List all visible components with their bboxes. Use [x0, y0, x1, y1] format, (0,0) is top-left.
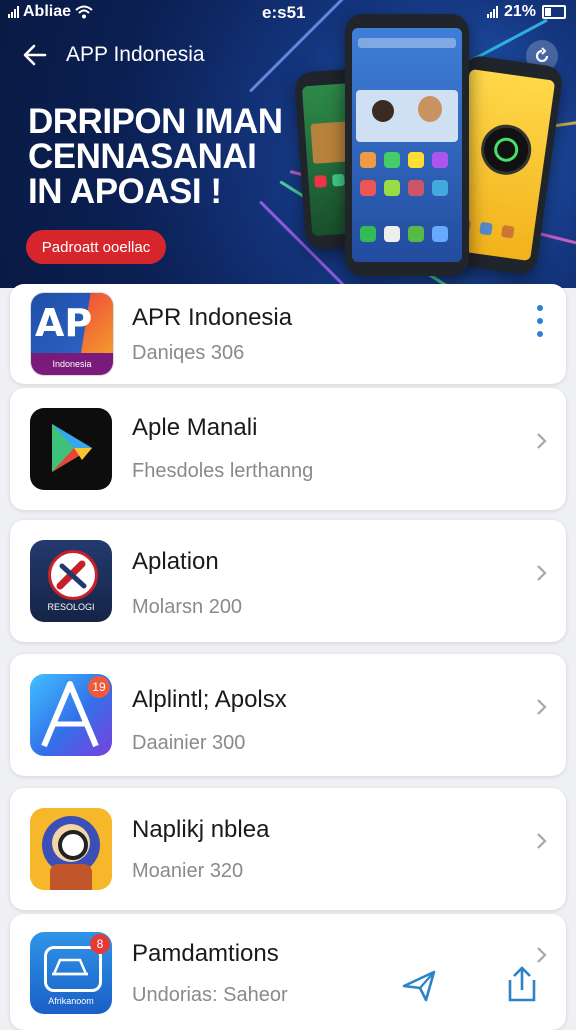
- app-subtitle: Moanier 320: [132, 860, 244, 882]
- ap-logo-icon: AP Indonesia: [30, 292, 114, 376]
- play-triangle-icon: [30, 408, 112, 490]
- carrier-label: Abliae: [23, 3, 72, 20]
- app-subtitle: Daainier 300: [132, 732, 246, 754]
- app-name: APR Indonesia: [132, 304, 293, 331]
- cell-signal-icon: [486, 6, 498, 18]
- app-subtitle: Molarsn 200: [132, 596, 243, 618]
- letter-a-icon: 19: [30, 674, 112, 756]
- notification-badge: 19: [88, 676, 110, 698]
- phone-illustration-center: [345, 14, 469, 276]
- list-item[interactable]: AP Indonesia APR Indonesia Daniqes 306: [10, 284, 566, 384]
- back-arrow-icon[interactable]: [20, 40, 50, 70]
- status-bar: Abliae e:s51 21%: [0, 0, 576, 26]
- list-item[interactable]: Aple Manali Fhesdoles lerthanng: [10, 388, 566, 510]
- app-subtitle: Daniqes 306: [132, 342, 245, 364]
- list-item[interactable]: RESOLOGI Aplation Molarsn 200: [10, 520, 566, 642]
- more-options-icon[interactable]: [536, 304, 544, 338]
- tools-badge-icon: RESOLOGI: [30, 540, 112, 622]
- list-item[interactable]: Naplikj nblea Moanier 320: [10, 788, 566, 910]
- app-name: Aplation: [132, 548, 219, 575]
- headline-line: DRRIPON IMAN: [28, 102, 283, 141]
- notification-badge: 8: [90, 934, 110, 954]
- icon-caption: RESOLOGI: [47, 602, 95, 612]
- chevron-right-icon: [537, 833, 547, 849]
- app-list: AP Indonesia APR Indonesia Daniqes 306 A…: [0, 284, 576, 1030]
- list-item[interactable]: 8 Afrikanoom Pamdamtions Undorias: Saheo…: [10, 914, 566, 1030]
- send-icon[interactable]: [400, 966, 440, 1006]
- wifi-icon: [75, 5, 93, 19]
- cell-signal-icon: [8, 6, 19, 18]
- battery-icon: [542, 5, 566, 19]
- app-name: Alplintl; Apolsx: [132, 686, 287, 713]
- character-icon: [30, 808, 112, 890]
- share-icon[interactable]: [502, 964, 542, 1004]
- app-name: Aple Manali: [132, 414, 258, 441]
- headline-line: IN APOASI !: [28, 172, 222, 211]
- app-subtitle: Fhesdoles lerthanng: [132, 460, 314, 482]
- banner-cta-button[interactable]: Padroatt ooellac: [26, 230, 166, 264]
- clock: e:s51: [262, 3, 306, 22]
- icon-caption: Indonesia: [31, 353, 113, 375]
- chevron-right-icon: [537, 947, 547, 963]
- chevron-right-icon: [537, 433, 547, 449]
- chevron-right-icon: [537, 565, 547, 581]
- banner-headline: DRRIPON IMAN CENNASANAI IN APOASI !: [28, 104, 283, 209]
- refresh-icon: [535, 47, 549, 63]
- list-item[interactable]: 19 Alplintl; Apolsx Daainier 300: [10, 654, 566, 776]
- app-name: Naplikj nblea: [132, 816, 270, 843]
- headline-line: CENNASANAI: [28, 137, 257, 176]
- app-name: Pamdamtions: [132, 940, 279, 967]
- page-title: APP Indonesia: [66, 43, 205, 66]
- chevron-right-icon: [537, 699, 547, 715]
- icon-caption: Afrikanoom: [48, 996, 94, 1006]
- app-subtitle: Undorias: Saheor: [132, 984, 288, 1006]
- promo-banner: Abliae e:s51 21% APP Indonesia DRRIPON I…: [0, 0, 576, 288]
- battery-percent: 21%: [503, 3, 536, 20]
- car-badge-icon: 8 Afrikanoom: [30, 932, 112, 1014]
